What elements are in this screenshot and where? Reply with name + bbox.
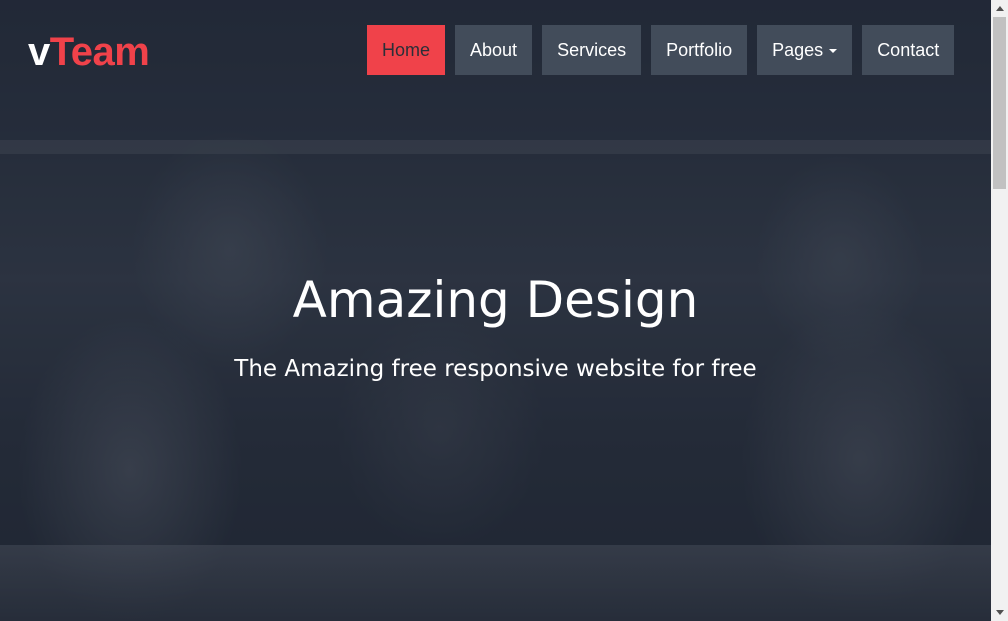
- nav-about-label: About: [470, 39, 518, 60]
- nav-pages-label: Pages: [772, 39, 824, 60]
- nav-contact-label: Contact: [877, 39, 940, 60]
- page: vTeam Home About Services Portfolio Page…: [0, 0, 1008, 621]
- nav-home[interactable]: Home: [367, 25, 446, 75]
- nav-pages-dropdown[interactable]: Pages: [757, 25, 853, 75]
- vertical-scrollbar[interactable]: [991, 0, 1008, 621]
- nav-about[interactable]: About: [455, 25, 533, 75]
- site-logo[interactable]: vTeam: [28, 28, 150, 76]
- hero-subtitle: The Amazing free responsive website for …: [234, 356, 757, 382]
- nav-portfolio-label: Portfolio: [666, 39, 733, 60]
- scrollbar-thumb[interactable]: [993, 17, 1006, 189]
- scroll-down-button[interactable]: [991, 604, 1008, 621]
- main-nav: Home About Services Portfolio Pages Cont…: [367, 25, 955, 75]
- nav-contact[interactable]: Contact: [862, 25, 955, 75]
- logo-part-team: Team: [49, 30, 150, 74]
- hero-title: Amazing Design: [292, 271, 699, 329]
- nav-portfolio[interactable]: Portfolio: [651, 25, 748, 75]
- caret-down-icon: [829, 49, 838, 53]
- scroll-up-arrow-icon: [995, 6, 1004, 11]
- scroll-up-button[interactable]: [991, 0, 1008, 17]
- logo-part-v: v: [28, 30, 50, 74]
- nav-home-label: Home: [382, 39, 431, 60]
- scroll-down-arrow-icon: [995, 610, 1004, 615]
- nav-services-label: Services: [557, 39, 627, 60]
- nav-services[interactable]: Services: [542, 25, 642, 75]
